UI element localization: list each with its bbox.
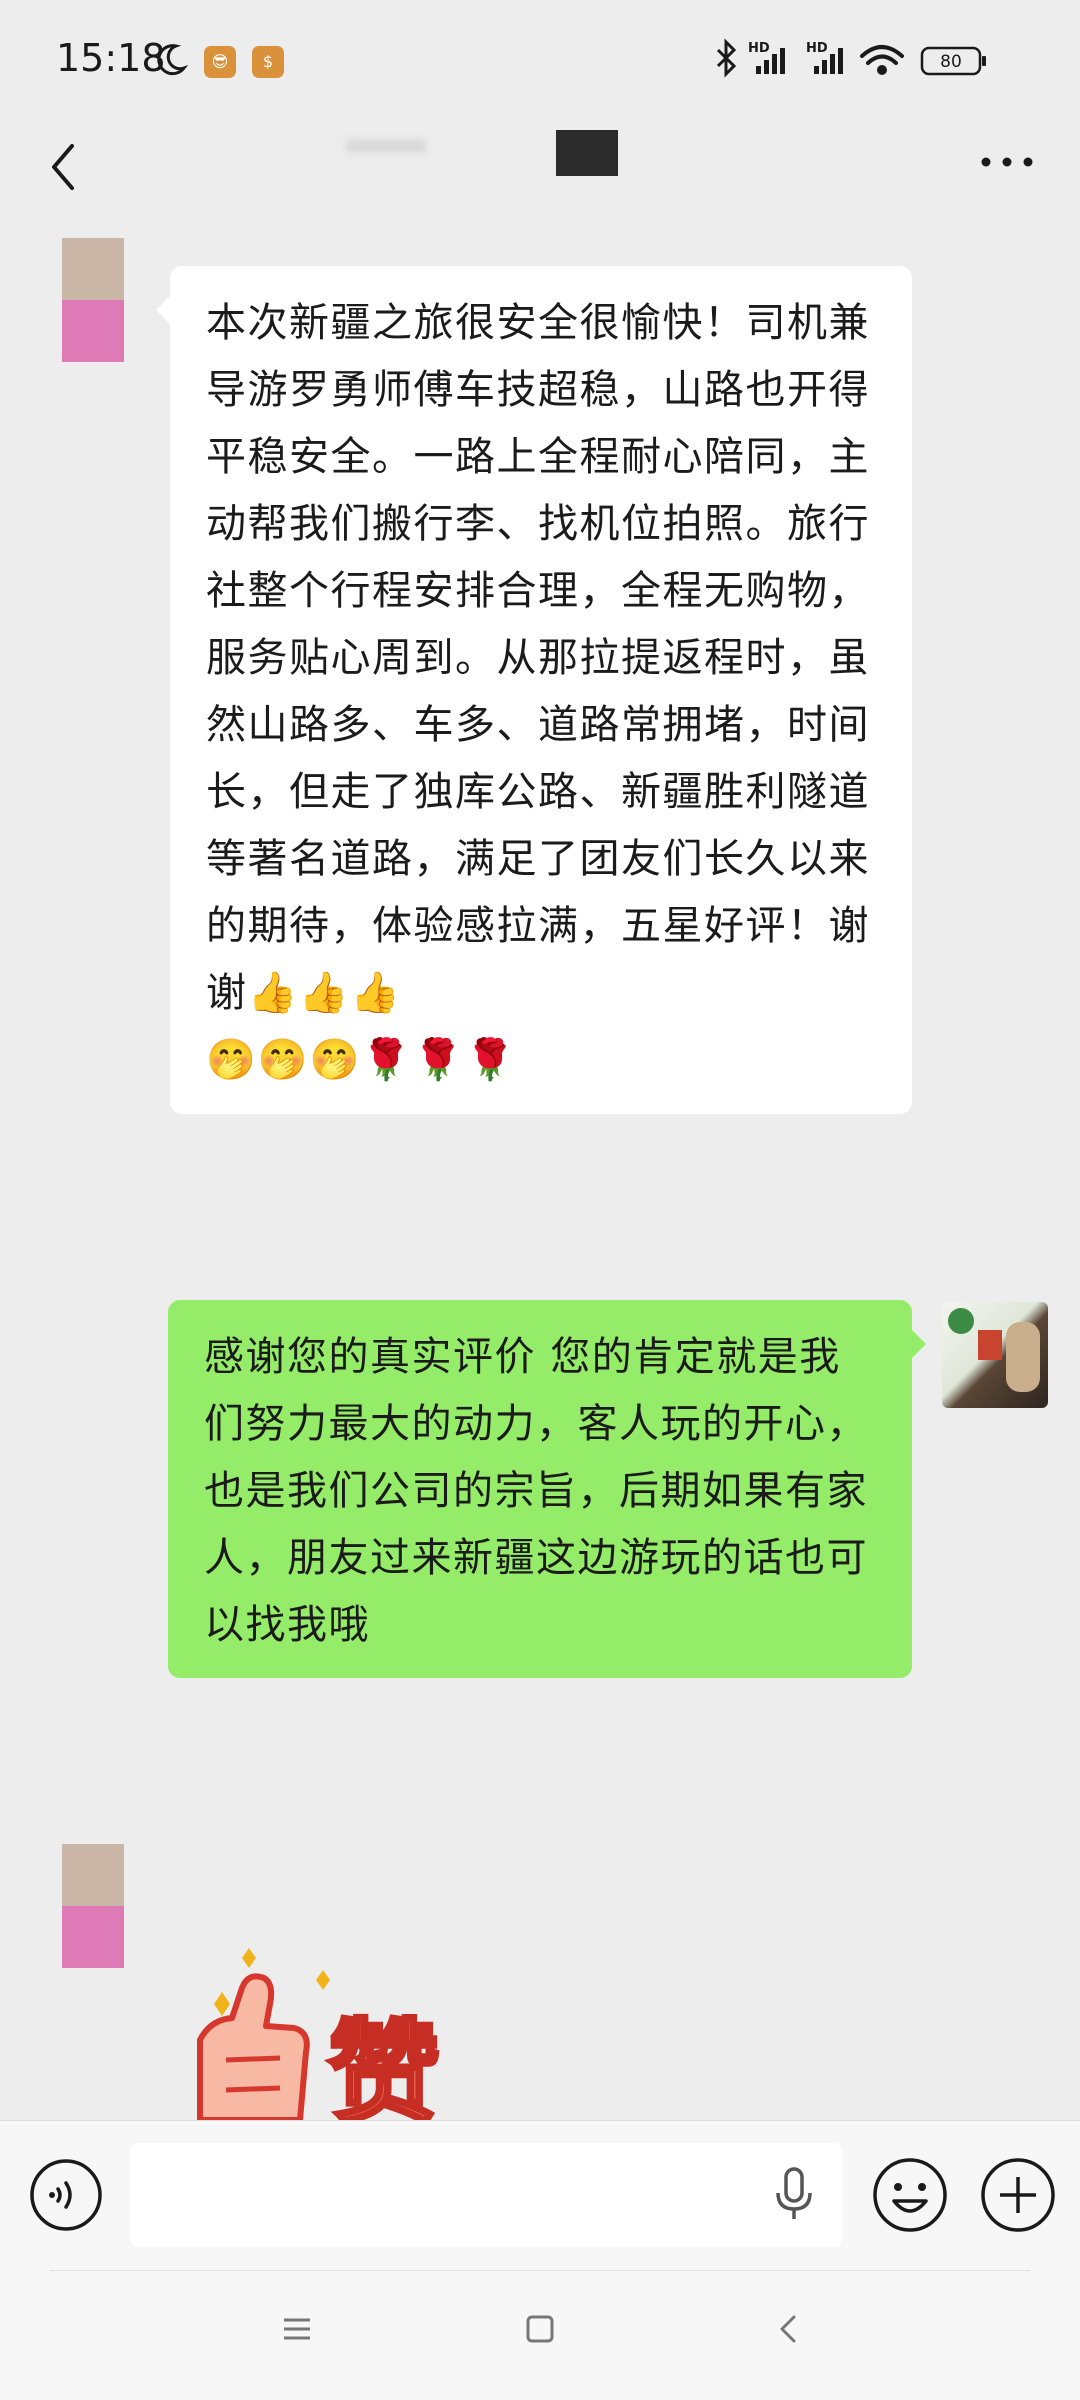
signal-icon: HD [748,41,785,74]
contact-avatar[interactable] [62,1844,124,1968]
app-notification-icon: $ [252,46,284,78]
status-time: 15:18 [56,36,166,80]
chat-header [0,122,1080,222]
svg-text:HD: HD [748,41,770,56]
chat-title-redacted [346,140,426,152]
message-text: 本次新疆之旅很安全很愉快！司机兼导游罗勇师傅车技超稳，山路也开得平稳安全。一路上… [206,300,870,1016]
app-notification-icon: 😎 [204,46,236,78]
menu-icon[interactable] [280,2312,314,2346]
system-navigation-bar [0,2268,1080,2400]
battery-icon: 80 [920,46,986,76]
emoji-icon[interactable] [870,2155,950,2235]
message-text: 感谢您的真实评价 您的肯定就是我们努力最大的动力，客人玩的开心，也是我们公司的宗… [204,1334,868,1648]
microphone-icon[interactable] [770,2165,818,2225]
divider [50,2270,1030,2271]
back-arrow-icon[interactable] [772,2312,806,2346]
chat-screen: 15:18 😎 $ HD HD 80 本次新疆之旅很安全很愉快！司机兼导游罗勇师… [0,0,1080,2400]
wifi-icon [860,45,904,75]
thumbs-up-icon [197,1973,310,2120]
svg-text:80: 80 [940,52,962,72]
home-square-icon[interactable] [523,2312,557,2346]
message-emoji-line: 🤭🤭🤭🌹🌹🌹 [206,1037,517,1083]
chat-title-redacted-block [556,130,618,176]
message-input[interactable] [130,2143,842,2247]
my-avatar[interactable] [942,1302,1048,1408]
voice-toggle-icon[interactable] [28,2157,104,2233]
more-dots-icon[interactable] [972,142,1042,182]
chevron-left-icon[interactable] [38,132,98,202]
signal-icon: HD [806,41,843,74]
bluetooth-icon [716,38,737,78]
message-bubble-received[interactable]: 本次新疆之旅很安全很愉快！司机兼导游罗勇师傅车技超稳，山路也开得平稳安全。一路上… [156,266,912,1114]
message-bubble-sent[interactable]: 感谢您的真实评价 您的肯定就是我们努力最大的动力，客人玩的开心，也是我们公司的宗… [168,1300,926,1678]
do-not-disturb-moon-icon [157,44,188,76]
contact-avatar[interactable] [62,238,124,362]
input-bar [0,2120,1080,2269]
status-bar: 15:18 😎 $ HD HD 80 [0,0,1080,122]
sticker-text: 赞 [328,2009,440,2120]
status-icons: HD HD 80 [710,36,1040,86]
svg-text:HD: HD [806,41,828,56]
thumbs-up-sticker[interactable]: 赞 [190,1940,490,2120]
plus-icon[interactable] [978,2155,1058,2235]
